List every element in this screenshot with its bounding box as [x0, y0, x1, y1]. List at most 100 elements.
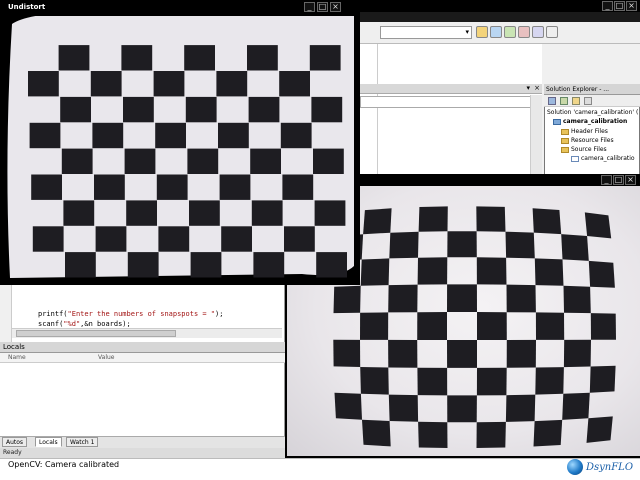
close-icon[interactable]: ×: [625, 175, 636, 185]
checker-square: [447, 231, 477, 258]
checker-square: [360, 312, 389, 340]
checker-square: [190, 252, 222, 278]
maximize-icon[interactable]: □: [613, 175, 624, 185]
solution-explorer-title: Solution Explorer - ...: [544, 84, 640, 95]
checker-square: [156, 174, 188, 200]
checker-square: [218, 122, 249, 149]
checker-square: [250, 148, 281, 174]
close-icon[interactable]: ×: [534, 84, 540, 92]
dropdown-arrow-icon[interactable]: ▾: [526, 84, 530, 92]
checker-square: [389, 231, 419, 259]
undistort-title-bar[interactable]: Undistort _ □ ×: [0, 0, 360, 16]
toolbox-icon[interactable]: [504, 26, 516, 38]
checker-square: [158, 226, 190, 252]
tree-item-header-files[interactable]: Header Files: [561, 127, 608, 136]
editor-margin: [360, 44, 378, 174]
editor-vertical-scrollbar[interactable]: [530, 95, 542, 175]
checker-square: [123, 96, 154, 123]
tab-watch-1[interactable]: Watch 1: [66, 437, 99, 447]
checker-square: [562, 392, 590, 420]
member-combo[interactable]: [360, 96, 542, 108]
tree-item-resource-files[interactable]: Resource Files: [561, 136, 614, 145]
checker-square: [333, 285, 361, 314]
checker-square: [94, 174, 125, 200]
maximize-icon[interactable]: □: [317, 2, 328, 12]
checker-square: [417, 312, 447, 340]
view-code-icon[interactable]: [584, 97, 592, 105]
checker-square: [360, 367, 389, 395]
checker-square: [363, 208, 392, 235]
minimize-icon[interactable]: _: [602, 1, 613, 11]
show-all-files-icon[interactable]: [560, 97, 568, 105]
refresh-icon[interactable]: [572, 97, 580, 105]
properties-icon[interactable]: [548, 97, 556, 105]
checker-square: [155, 122, 186, 149]
checker-square: [311, 96, 343, 123]
status-message: OpenCV: Camera calibrated: [8, 460, 120, 469]
checker-square: [586, 416, 613, 443]
checker-square: [284, 226, 315, 252]
checker-square: [505, 231, 535, 259]
checker-square: [95, 226, 127, 252]
folder-icon: [561, 137, 569, 144]
vs-title-bar: _ □ ×: [340, 0, 640, 12]
code-line-scanf[interactable]: scanf("%d",&n boards);: [38, 320, 131, 328]
checker-square: [388, 284, 418, 313]
checker-square: [216, 71, 248, 97]
maximize-icon[interactable]: □: [614, 1, 625, 11]
tools-icon[interactable]: [518, 26, 530, 38]
checker-square: [126, 200, 157, 226]
checker-square: [334, 392, 362, 420]
properties-icon[interactable]: [490, 26, 502, 38]
close-icon[interactable]: ×: [330, 2, 341, 12]
start-page-icon[interactable]: [546, 26, 558, 38]
column-name[interactable]: Name: [8, 353, 26, 363]
checker-square: [187, 148, 219, 174]
tab-locals[interactable]: Locals: [35, 437, 62, 447]
checker-square: [61, 148, 93, 174]
tree-item-source-file[interactable]: camera_calibratio: [571, 154, 635, 163]
code-horizontal-scrollbar[interactable]: [12, 328, 282, 338]
close-icon[interactable]: ×: [626, 1, 637, 11]
checker-square: [253, 252, 285, 278]
tree-item-solution[interactable]: Solution 'camera_calibration' (: [547, 108, 638, 117]
checker-square: [563, 285, 591, 314]
minimize-icon[interactable]: _: [601, 175, 612, 185]
checker-square: [447, 395, 477, 423]
minimize-icon[interactable]: _: [304, 2, 315, 12]
checker-square: [588, 260, 615, 288]
editor-tab-strip: ▾ ×: [360, 84, 542, 94]
checker-square: [476, 367, 507, 396]
checker-square: [121, 45, 153, 71]
undistorted-checkerboard: [7, 16, 354, 278]
checker-square: [185, 96, 217, 123]
project-icon: [553, 118, 561, 125]
checker-square: [63, 200, 95, 226]
checker-square: [90, 71, 122, 97]
checker-square: [282, 174, 314, 200]
checker-square: [418, 206, 448, 232]
tree-item-project[interactable]: camera_calibration: [553, 117, 627, 126]
scrollbar-thumb[interactable]: [16, 330, 176, 337]
checker-square: [189, 200, 220, 226]
checker-square: [313, 148, 344, 174]
locals-header-row: Name Value: [0, 353, 285, 363]
dsynflo-logo-icon: [567, 459, 583, 475]
find-icon[interactable]: [476, 26, 488, 38]
checker-square: [418, 421, 448, 448]
editor-area[interactable]: [378, 44, 542, 174]
undistort-title: Undistort: [8, 3, 46, 11]
object-browser-icon[interactable]: [532, 26, 544, 38]
ready-status: Ready: [0, 448, 285, 458]
tab-autos[interactable]: Autos: [2, 437, 28, 447]
solution-config-combo[interactable]: ▾: [380, 26, 472, 39]
checker-square: [584, 212, 612, 239]
checker-square: [533, 419, 563, 447]
tree-item-source-files[interactable]: Source Files: [561, 145, 607, 154]
code-line-printf[interactable]: printf("Enter the numbers of snapspots =…: [38, 310, 223, 318]
undistorted-checkerboard-image: [2, 16, 358, 283]
column-value[interactable]: Value: [98, 353, 114, 363]
checker-square: [333, 339, 361, 367]
checker-square: [447, 284, 477, 312]
checker-square: [362, 419, 391, 447]
